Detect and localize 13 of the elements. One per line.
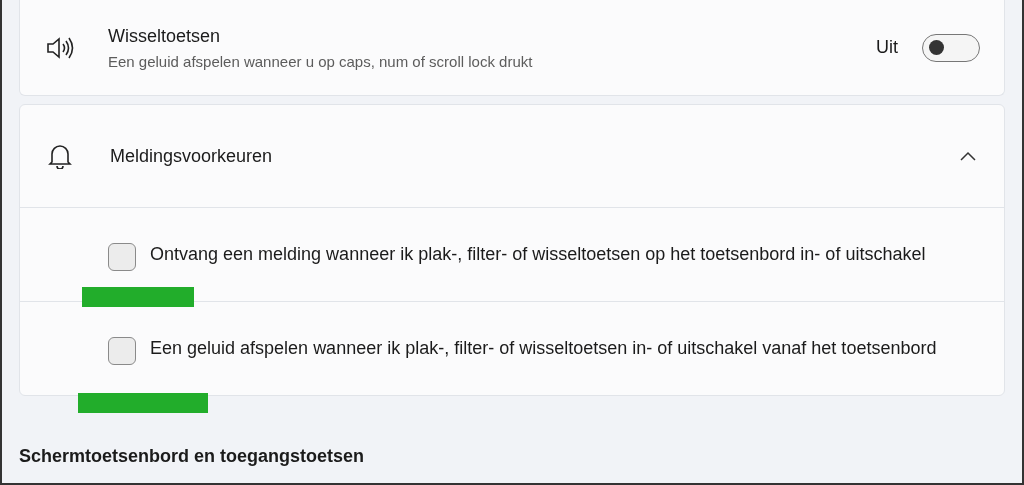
bell-icon xyxy=(48,143,72,169)
checkbox[interactable] xyxy=(108,336,136,365)
expander-header[interactable]: Meldingsvoorkeuren xyxy=(20,105,1004,208)
toggle-state-label: Uit xyxy=(876,37,898,58)
setting-description: Een geluid afspelen wanneer u op caps, num of scroll lock drukt xyxy=(108,52,534,70)
section-heading: Schermtoetsenbord en toegangstoetsen xyxy=(19,446,366,467)
chevron-icon xyxy=(960,151,976,161)
toggle-switch[interactable] xyxy=(922,33,980,62)
checkbox[interactable] xyxy=(108,242,136,271)
setting-title: Wisseltoetsen xyxy=(108,25,222,47)
speaker-icon xyxy=(46,35,76,60)
checkbox-label: Ontvang een melding wanneer ik plak-, filter- of wisseltoetsen op het toetsenbord in- of uitschakel xyxy=(150,243,926,266)
checkbox-label: Een geluid afspelen wanneer ik plak-, filter- of wisseltoetsen in- of uitschakel vanaf het toetsenbord xyxy=(150,337,937,360)
